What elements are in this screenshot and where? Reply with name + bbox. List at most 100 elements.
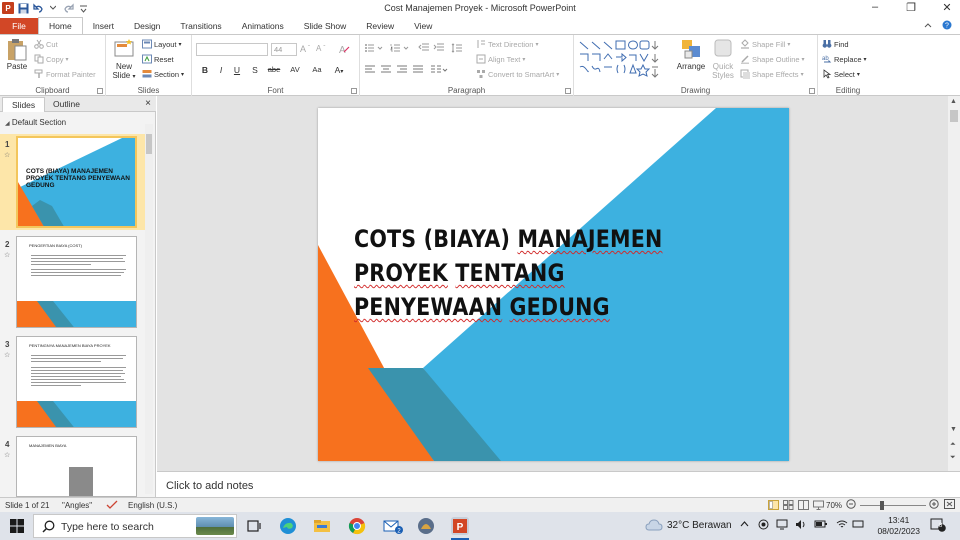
drawing-launcher-icon[interactable] bbox=[809, 88, 815, 94]
record-icon[interactable] bbox=[758, 519, 769, 533]
strikethrough-button[interactable]: abe bbox=[264, 65, 284, 74]
align-right-icon[interactable] bbox=[396, 65, 408, 75]
tab-file[interactable]: File bbox=[0, 18, 38, 34]
scroll-thumb[interactable] bbox=[950, 110, 958, 122]
bullets-button[interactable] bbox=[364, 43, 386, 53]
slideshow-icon[interactable] bbox=[813, 500, 824, 512]
quick-styles-button[interactable]: Quick Styles bbox=[709, 38, 737, 80]
tab-outline[interactable]: Outline bbox=[44, 97, 89, 112]
clear-formatting-icon[interactable]: A bbox=[338, 43, 350, 55]
language[interactable]: English (U.S.) bbox=[128, 501, 177, 510]
shape-outline-button[interactable]: Shape Outline ▾ bbox=[740, 54, 805, 64]
zoom-slider-handle[interactable] bbox=[880, 501, 884, 510]
slide-title[interactable]: COTS (BIAYA) MANAJEMEN PROYEK TENTANG PE… bbox=[354, 222, 707, 324]
font-launcher-icon[interactable] bbox=[351, 88, 357, 94]
find-button[interactable]: Find bbox=[822, 39, 849, 49]
minimize-ribbon-icon[interactable] bbox=[924, 21, 932, 30]
new-slide-button[interactable]: New Slide ▾ bbox=[109, 38, 139, 80]
volume-icon[interactable] bbox=[795, 519, 807, 533]
close-button[interactable]: ✕ bbox=[940, 1, 954, 14]
clipboard-launcher-icon[interactable] bbox=[97, 88, 103, 94]
app-icon[interactable] bbox=[417, 517, 435, 535]
battery-icon[interactable] bbox=[814, 519, 828, 532]
section-header[interactable]: ◢ Default Section bbox=[0, 116, 145, 130]
zoom-level[interactable]: 70% bbox=[826, 501, 842, 510]
italic-button[interactable]: I bbox=[214, 65, 228, 75]
editor-scrollbar[interactable]: ▲ ▼ ⏶ ⏷ bbox=[948, 96, 960, 471]
zoom-slider[interactable] bbox=[860, 501, 926, 510]
align-left-icon[interactable] bbox=[364, 65, 376, 75]
reading-view-icon[interactable] bbox=[798, 500, 809, 512]
notification-icon[interactable]: 8 bbox=[930, 518, 946, 535]
shape-effects-button[interactable]: Shape Effects ▾ bbox=[740, 69, 804, 79]
tray-chevron-icon[interactable] bbox=[740, 520, 749, 531]
clock[interactable]: 13:41 08/02/2023 bbox=[877, 515, 920, 537]
convert-smartart-button[interactable]: Convert to SmartArt ▾ bbox=[476, 69, 559, 79]
zoom-in-icon[interactable] bbox=[929, 499, 939, 511]
scroll-down-icon[interactable]: ▼ bbox=[950, 426, 957, 433]
tab-animations[interactable]: Animations bbox=[232, 18, 294, 34]
cut-button[interactable]: Cut bbox=[34, 39, 58, 49]
tab-view[interactable]: View bbox=[404, 18, 442, 34]
underline-button[interactable]: U bbox=[230, 65, 244, 75]
next-slide-icon[interactable]: ⏷ bbox=[950, 454, 956, 462]
columns-icon[interactable] bbox=[430, 65, 448, 75]
minimize-button[interactable]: – bbox=[868, 1, 882, 14]
edge-browser-icon[interactable] bbox=[279, 517, 297, 535]
slide-thumbnail-4[interactable]: MANAJEMEN BIAYA bbox=[16, 436, 137, 497]
fit-to-window-icon[interactable] bbox=[944, 499, 955, 511]
help-icon[interactable]: ? bbox=[942, 20, 952, 32]
scroll-thumb[interactable] bbox=[146, 134, 152, 154]
slide-thumbnail-3[interactable]: PENTINGNYA MANAJEMEN BIAYA PROYEK bbox=[16, 336, 137, 428]
tab-review[interactable]: Review bbox=[356, 18, 404, 34]
numbering-button[interactable] bbox=[390, 43, 412, 53]
taskbar-search[interactable]: Type here to search bbox=[33, 514, 237, 538]
zoom-out-icon[interactable] bbox=[846, 499, 856, 511]
reset-button[interactable]: Reset bbox=[142, 54, 174, 64]
format-painter-button[interactable]: Format Painter bbox=[34, 69, 96, 79]
file-explorer-icon[interactable] bbox=[313, 517, 331, 535]
font-size-combo[interactable]: 44 bbox=[271, 43, 297, 56]
tab-slide-show[interactable]: Slide Show bbox=[294, 18, 357, 34]
keyboard-icon[interactable] bbox=[852, 518, 864, 533]
tab-insert[interactable]: Insert bbox=[83, 18, 124, 34]
restore-button[interactable]: ❐ bbox=[904, 1, 918, 14]
line-spacing-icon[interactable] bbox=[451, 43, 463, 53]
collapse-section-icon[interactable]: ◢ bbox=[5, 121, 10, 127]
paragraph-launcher-icon[interactable] bbox=[565, 88, 571, 94]
text-direction-button[interactable]: Text Direction ▾ bbox=[476, 39, 538, 49]
decrease-indent-icon[interactable] bbox=[418, 43, 430, 53]
tab-slides[interactable]: Slides bbox=[2, 97, 46, 112]
font-color-button[interactable]: A▾ bbox=[330, 65, 348, 75]
close-panel-icon[interactable]: × bbox=[145, 98, 151, 109]
wifi-icon[interactable] bbox=[836, 519, 848, 533]
network-icon[interactable] bbox=[776, 519, 788, 533]
normal-view-icon[interactable] bbox=[768, 500, 779, 512]
panel-scrollbar[interactable] bbox=[145, 124, 153, 494]
change-case-button[interactable]: Aa bbox=[308, 65, 326, 74]
align-text-button[interactable]: Align Text ▾ bbox=[476, 54, 525, 64]
slide-thumbnail-2[interactable]: PENGERTIAN BIAYA (COST) bbox=[16, 236, 137, 328]
copy-button[interactable]: Copy ▾ bbox=[34, 54, 69, 64]
justify-icon[interactable] bbox=[412, 65, 424, 75]
slide-thumbnail-1[interactable]: COTS (BIAYA) MANAJEMEN PROYEK TENTANG PE… bbox=[16, 136, 137, 228]
character-spacing-button[interactable]: AV bbox=[286, 65, 304, 74]
bold-button[interactable]: B bbox=[198, 65, 212, 75]
notes-placeholder[interactable]: Click to add notes bbox=[166, 480, 253, 492]
tab-home[interactable]: Home bbox=[38, 17, 83, 34]
windows-start-icon[interactable] bbox=[10, 519, 24, 533]
powerpoint-taskbar-icon[interactable]: P bbox=[451, 517, 469, 535]
paste-button[interactable]: Paste bbox=[4, 38, 30, 71]
align-center-icon[interactable] bbox=[380, 65, 392, 75]
notes-pane[interactable]: Click to add notes bbox=[157, 471, 960, 497]
slide-sorter-icon[interactable] bbox=[783, 500, 794, 512]
previous-slide-icon[interactable]: ⏶ bbox=[950, 441, 956, 449]
shape-fill-button[interactable]: Shape Fill ▾ bbox=[740, 39, 790, 49]
arrange-button[interactable]: Arrange bbox=[676, 38, 706, 71]
task-view-icon[interactable] bbox=[245, 517, 263, 535]
spelling-icon[interactable] bbox=[106, 500, 118, 512]
replace-button[interactable]: ab Replace ▾ bbox=[822, 54, 867, 64]
layout-button[interactable]: Layout ▾ bbox=[142, 39, 182, 49]
font-name-combo[interactable] bbox=[196, 43, 268, 56]
tab-transitions[interactable]: Transitions bbox=[170, 18, 231, 34]
